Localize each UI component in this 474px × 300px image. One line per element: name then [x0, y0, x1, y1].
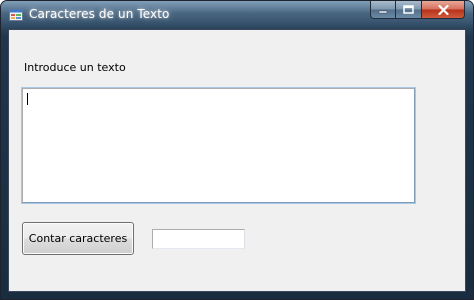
window-title: Caracteres de un Texto: [29, 7, 170, 21]
minimize-button[interactable]: [370, 1, 396, 19]
form-app-icon: [9, 9, 23, 21]
count-characters-button[interactable]: Contar caracteres: [22, 222, 134, 255]
form-client-area: Introduce un texto Contar caracteres: [8, 29, 466, 292]
close-button[interactable]: [422, 1, 465, 19]
prompt-label: Introduce un texto: [24, 61, 126, 74]
title-bar[interactable]: Caracteres de un Texto: [1, 1, 473, 29]
minimize-icon: [378, 10, 388, 13]
result-field[interactable]: [152, 229, 245, 249]
close-icon: [437, 4, 449, 15]
maximize-icon: [403, 5, 414, 14]
app-window: Caracteres de un Texto Introduce un text…: [0, 0, 474, 300]
maximize-button[interactable]: [396, 1, 422, 19]
text-caret: [27, 93, 28, 105]
text-input-area[interactable]: [21, 87, 416, 204]
caption-buttons: [370, 1, 465, 20]
